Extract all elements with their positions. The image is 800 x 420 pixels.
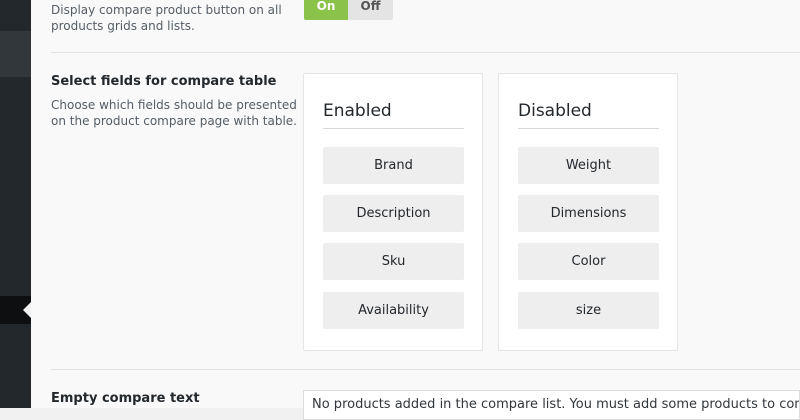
toggle-on-button[interactable]: On — [304, 0, 348, 20]
field-item-description[interactable]: Description — [323, 195, 464, 232]
settings-panel: Display compare product button on all pr… — [31, 0, 800, 420]
admin-sidebar — [0, 0, 31, 408]
section-divider — [51, 369, 800, 370]
description-line: Display compare product button on all — [51, 3, 282, 17]
field-item-color[interactable]: Color — [518, 243, 659, 280]
compare-button-description: Display compare product button on all pr… — [51, 2, 282, 34]
disabled-fields-box: Disabled Weight Dimensions Color size — [498, 73, 678, 351]
fields-label: Select fields for compare table — [51, 74, 277, 89]
enabled-fields-box: Enabled Brand Description Sku Availabili… — [303, 73, 483, 351]
field-item-brand[interactable]: Brand — [323, 147, 464, 184]
title-rule — [518, 128, 659, 129]
sidebar-menu-item[interactable] — [0, 31, 31, 77]
current-menu-arrow-icon — [23, 302, 31, 318]
field-item-dimensions[interactable]: Dimensions — [518, 195, 659, 232]
empty-text-textarea[interactable]: No products added in the compare list. Y… — [303, 390, 800, 420]
field-item-availability[interactable]: Availability — [323, 292, 464, 329]
disabled-title: Disabled — [518, 101, 592, 121]
section-divider — [51, 52, 800, 53]
description-line: products grids and lists. — [51, 19, 195, 33]
sidebar-current-item[interactable] — [0, 296, 31, 324]
fields-description: Choose which fields should be presented … — [51, 97, 297, 129]
field-item-size[interactable]: size — [518, 292, 659, 329]
description-line: Choose which fields should be presented — [51, 98, 297, 112]
description-line: on the product compare page with table. — [51, 114, 297, 128]
field-item-sku[interactable]: Sku — [323, 243, 464, 280]
enabled-title: Enabled — [323, 101, 392, 121]
title-rule — [323, 128, 464, 129]
field-item-weight[interactable]: Weight — [518, 147, 659, 184]
compare-button-toggle[interactable]: On Off — [304, 0, 393, 20]
toggle-off-button[interactable]: Off — [348, 0, 393, 20]
empty-text-label: Empty compare text — [51, 391, 200, 406]
